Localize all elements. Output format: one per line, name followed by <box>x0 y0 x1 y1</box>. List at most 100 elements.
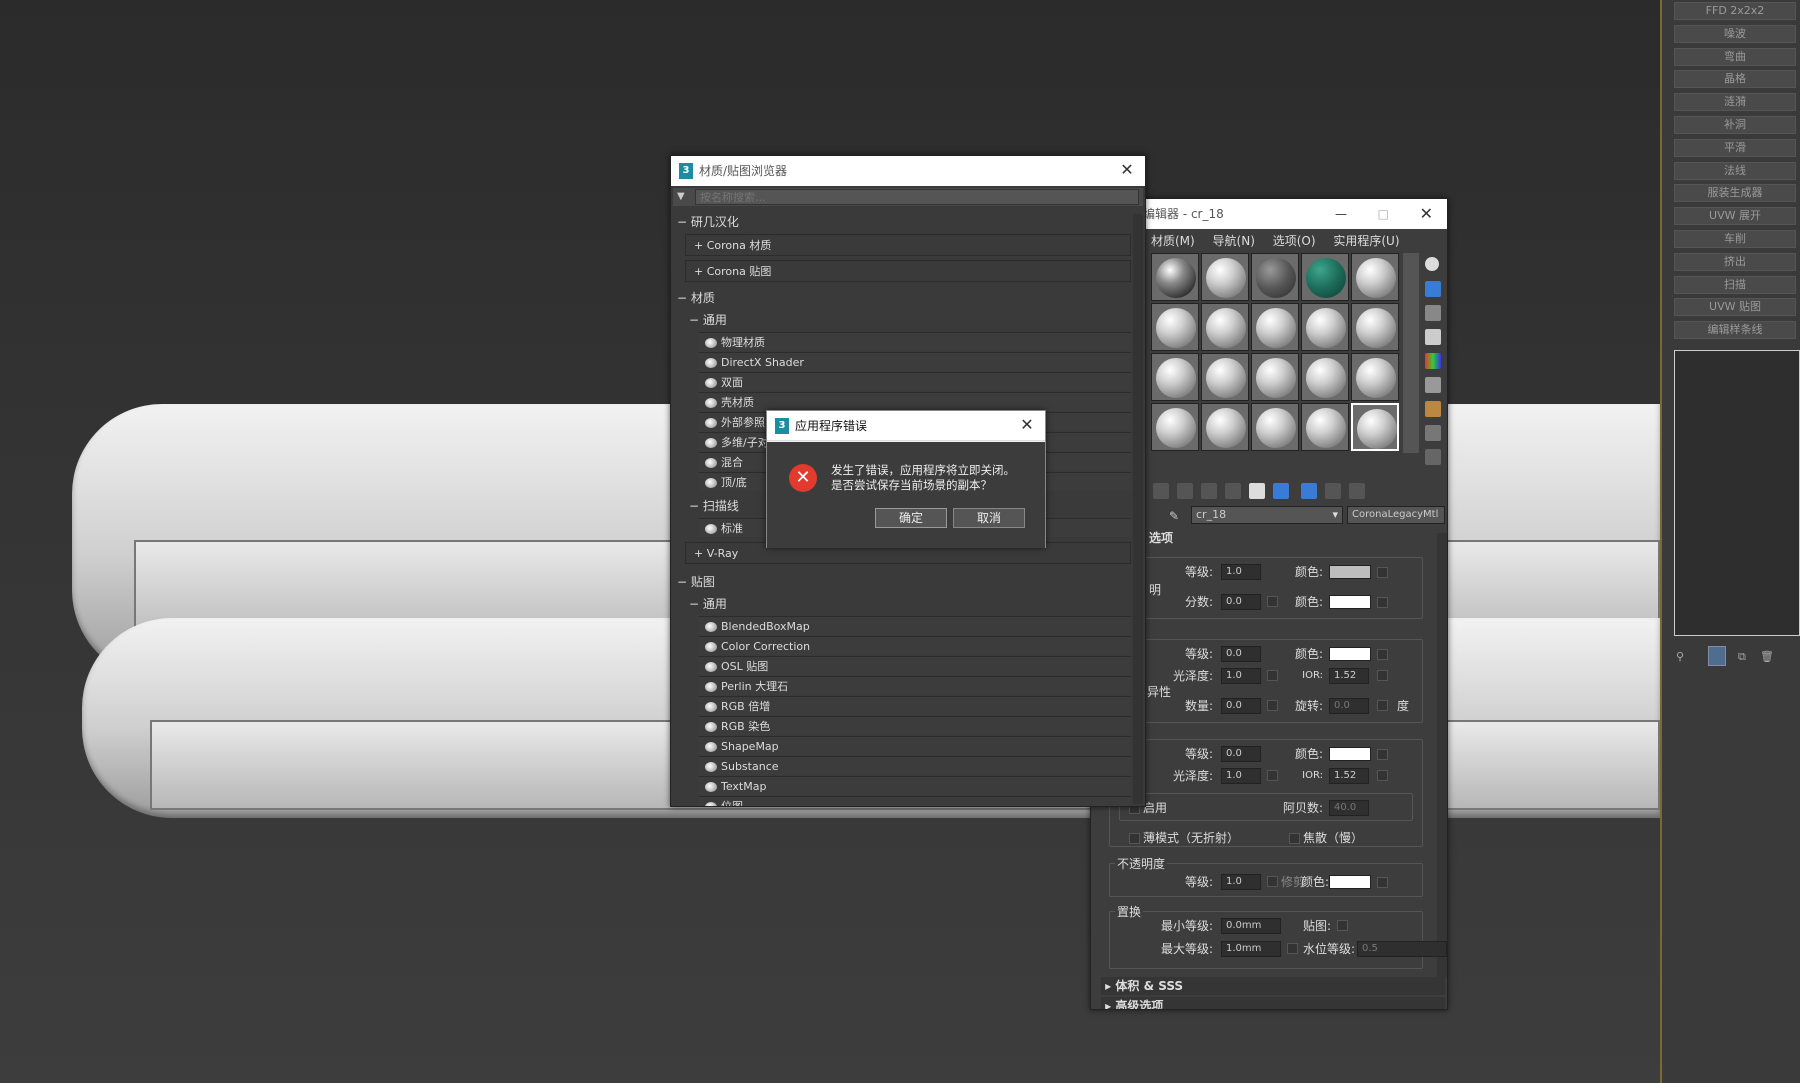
material-slot[interactable] <box>1351 403 1399 451</box>
browser-close-button[interactable]: ✕ <box>1117 160 1137 180</box>
clip-checkbox[interactable] <box>1267 876 1278 887</box>
modifier-button[interactable]: FFD 2x2x2 <box>1674 2 1796 20</box>
volume-rollout[interactable]: ▸ 体积 & SSS <box>1101 977 1445 995</box>
water-level-input[interactable]: 0.5 <box>1357 941 1447 957</box>
material-name-field[interactable]: cr_18 ▾ <box>1191 506 1343 524</box>
translucency-color-swatch[interactable] <box>1329 595 1371 609</box>
material-slot[interactable] <box>1151 303 1199 351</box>
material-slot[interactable] <box>1251 253 1299 301</box>
item-corona-material[interactable]: + Corona 材质 <box>685 234 1131 256</box>
material-item[interactable]: 物理材质 <box>699 332 1131 351</box>
material-item[interactable]: DirectX Shader <box>699 352 1131 371</box>
modifier-button[interactable]: 补洞 <box>1674 116 1796 134</box>
material-item[interactable]: 壳材质 <box>699 392 1131 411</box>
pin-icon[interactable]: ⚲ <box>1676 650 1690 664</box>
modifier-button[interactable]: 扫描 <box>1674 275 1796 294</box>
reflect-color-swatch[interactable] <box>1329 647 1371 661</box>
preview-icon[interactable] <box>1425 377 1441 393</box>
close-button[interactable]: ✕ <box>1420 199 1433 229</box>
minimize-button[interactable]: — <box>1335 199 1347 229</box>
background-icon[interactable] <box>1425 305 1441 321</box>
modifier-button[interactable]: 平滑 <box>1674 138 1796 157</box>
reflect-gloss-input[interactable]: 1.0 <box>1221 668 1261 684</box>
delete-icon[interactable]: 🗑 <box>1760 650 1774 664</box>
unique-icon[interactable]: ⧉ <box>1738 650 1752 664</box>
subgroup-scanline[interactable]: − 扫描线 <box>689 496 739 516</box>
sample-type-icon[interactable] <box>1425 257 1439 271</box>
subgroup-map-general[interactable]: − 通用 <box>689 594 727 614</box>
pick-material-icon[interactable]: ✎ <box>1169 509 1183 523</box>
map-item[interactable]: 位图 <box>699 796 1131 806</box>
modifier-button[interactable]: 编辑样条线 <box>1674 321 1796 340</box>
material-slot[interactable] <box>1351 303 1399 351</box>
refract-color-swatch[interactable] <box>1329 747 1371 761</box>
water-level-checkbox[interactable] <box>1287 943 1298 954</box>
map-item[interactable]: ShapeMap <box>699 736 1131 755</box>
aniso-amount-map[interactable] <box>1267 700 1278 711</box>
browser-titlebar[interactable]: 3 材质/贴图浏览器 ✕ <box>671 156 1145 186</box>
modifier-button[interactable]: 噪波 <box>1674 24 1796 43</box>
material-slot[interactable] <box>1301 253 1349 301</box>
map-item[interactable]: Perlin 大理石 <box>699 676 1131 695</box>
subgroup-general[interactable]: − 通用 <box>689 310 727 330</box>
map-item[interactable]: Substance <box>699 756 1131 775</box>
material-slot[interactable] <box>1251 353 1299 401</box>
material-slot[interactable] <box>1351 253 1399 301</box>
modifier-button[interactable]: 服装生成器 <box>1674 184 1796 203</box>
refract-ior-map[interactable] <box>1377 770 1388 781</box>
material-slot[interactable] <box>1201 253 1249 301</box>
material-slot[interactable] <box>1251 303 1299 351</box>
thin-checkbox[interactable] <box>1129 833 1140 844</box>
refract-gloss-map[interactable] <box>1267 770 1278 781</box>
go-sibling-icon[interactable] <box>1349 483 1365 499</box>
reflect-map-button[interactable] <box>1377 649 1388 660</box>
item-corona-map[interactable]: + Corona 贴图 <box>685 260 1131 282</box>
menu-utilities[interactable]: 实用程序(U) <box>1333 234 1399 248</box>
stack-icon[interactable] <box>1708 646 1726 666</box>
search-input[interactable] <box>695 189 1139 205</box>
reflect-ior-input[interactable]: 1.52 <box>1329 668 1369 684</box>
opacity-level-input[interactable]: 1.0 <box>1221 874 1261 890</box>
map-item[interactable]: OSL 贴图 <box>699 656 1131 675</box>
fraction-map-button[interactable] <box>1267 596 1278 607</box>
material-slot[interactable] <box>1201 353 1249 401</box>
dialog-close-button[interactable]: ✕ <box>1017 415 1037 435</box>
material-slot[interactable] <box>1301 303 1349 351</box>
menu-material[interactable]: 材质(M) <box>1151 234 1195 248</box>
dialog-titlebar[interactable]: 3 应用程序错误 ✕ <box>767 411 1045 441</box>
map-item[interactable]: RGB 倍增 <box>699 696 1131 715</box>
menu-navigation[interactable]: 导航(N) <box>1213 234 1255 248</box>
modifier-button[interactable]: 车削 <box>1674 230 1796 248</box>
make-copy-icon[interactable] <box>1177 483 1193 499</box>
navigator-icon[interactable] <box>1425 449 1441 465</box>
uv-tiling-icon[interactable] <box>1425 329 1441 345</box>
modifier-button[interactable]: UVW 贴图 <box>1674 298 1796 317</box>
modifier-button[interactable]: 挤出 <box>1674 252 1796 271</box>
params-scrollbar[interactable] <box>1437 533 1447 977</box>
refract-level-input[interactable]: 0.0 <box>1221 746 1261 762</box>
material-slot[interactable] <box>1151 353 1199 401</box>
fraction-input[interactable]: 0.0 <box>1221 594 1261 610</box>
put-to-library-icon[interactable] <box>1225 483 1241 499</box>
material-slot[interactable] <box>1301 353 1349 401</box>
max-level-input[interactable]: 1.0mm <box>1221 941 1281 957</box>
aniso-amount-input[interactable]: 0.0 <box>1221 698 1261 714</box>
reflect-level-input[interactable]: 0.0 <box>1221 646 1261 662</box>
ok-button[interactable]: 确定 <box>875 508 947 528</box>
opacity-color-swatch[interactable] <box>1329 875 1371 889</box>
modifier-button[interactable]: 弯曲 <box>1674 47 1796 66</box>
refract-gloss-input[interactable]: 1.0 <box>1221 768 1261 784</box>
browser-scrollbar[interactable] <box>1133 214 1143 804</box>
material-slot[interactable] <box>1201 403 1249 451</box>
group-yanji[interactable]: − 研几汉化 <box>677 212 739 232</box>
select-by-material-icon[interactable] <box>1425 425 1441 441</box>
show-map-icon[interactable] <box>1273 483 1289 499</box>
modifier-button[interactable]: 晶格 <box>1674 70 1796 89</box>
group-maps[interactable]: − 贴图 <box>677 572 715 592</box>
maximize-button[interactable]: □ <box>1378 199 1389 229</box>
video-color-icon[interactable] <box>1425 353 1441 369</box>
cancel-button[interactable]: 取消 <box>953 508 1025 528</box>
diffuse-map-button[interactable] <box>1377 567 1388 578</box>
opacity-map-button[interactable] <box>1377 877 1388 888</box>
material-item[interactable]: 双面 <box>699 372 1131 391</box>
